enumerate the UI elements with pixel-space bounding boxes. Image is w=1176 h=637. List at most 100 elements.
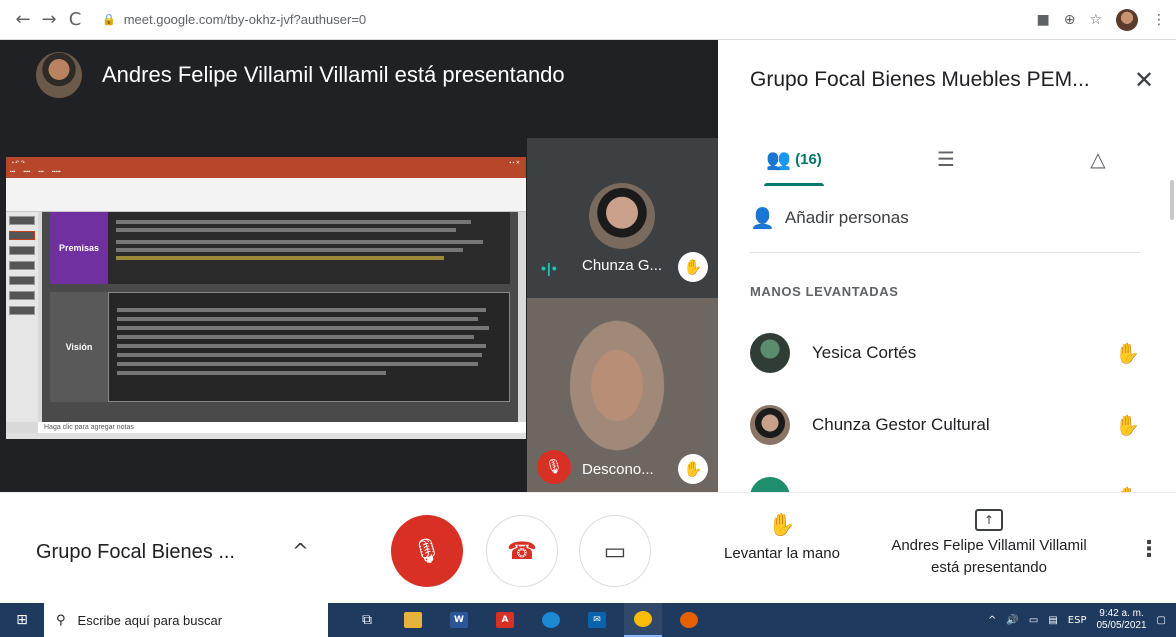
add-people-button[interactable]: 👤 Añadir personas <box>750 206 909 230</box>
clock-time: 9:42 a. m. <box>1099 608 1144 619</box>
word-icon[interactable]: W <box>440 603 478 637</box>
raised-hand-icon: ✋ <box>678 454 708 484</box>
browser-menu-icon[interactable]: ⋮ <box>1152 12 1166 28</box>
camera-toggle-button[interactable]: ▭ <box>579 515 651 587</box>
lock-icon: 🔒 <box>102 14 116 26</box>
presenter-avatar <box>36 52 82 98</box>
tile-name: Chunza G... <box>582 257 663 274</box>
address-bar[interactable]: 🔒 meet.google.com/tby-okhz-jvf?authuser=… <box>102 12 1036 27</box>
search-icon: ⚲ <box>56 612 66 628</box>
mail-icon[interactable]: ✉ <box>578 603 616 637</box>
meeting-stage: Andres Felipe Villamil Villamil está pre… <box>0 40 718 492</box>
raised-hand-icon: ✋ <box>678 252 708 282</box>
hand-icon: ✋ <box>768 513 796 538</box>
participant-name: Yesica Cortés <box>812 343 917 362</box>
chrome-icon[interactable] <box>624 603 662 637</box>
people-icon: 👥 <box>766 147 792 171</box>
ppt-thumbnails <box>6 212 38 422</box>
raise-hand-label: Levantar la mano <box>724 545 840 562</box>
participant-tile[interactable]: 🎙 Descono... ✋ <box>527 298 718 492</box>
participant-video <box>557 318 677 468</box>
activities-icon: △ <box>1090 147 1106 171</box>
hang-up-icon: ☎ <box>507 537 537 565</box>
ppt-statusbar <box>6 433 526 439</box>
panel-title: Grupo Focal Bienes Muebles PEM... <box>750 68 1090 91</box>
acrobat-icon[interactable]: A <box>486 603 524 637</box>
mic-toggle-button[interactable]: 🎙 <box>391 515 463 587</box>
leave-call-button[interactable]: ☎ <box>486 515 558 587</box>
list-item[interactable]: ✋ <box>750 475 1140 492</box>
panel-tabs: 👥 (16) ☰ △ <box>718 132 1176 186</box>
list-item[interactable]: Chunza Gestor Cultural ✋ <box>750 403 1140 447</box>
more-options-icon[interactable]: ⋮ <box>1138 537 1160 562</box>
premisas-text <box>108 212 510 284</box>
speaking-indicator-icon: •|• <box>541 260 558 276</box>
people-count: (16) <box>795 150 822 168</box>
avatar <box>750 333 790 373</box>
tab-activities[interactable]: △ <box>1022 132 1174 186</box>
notifications-icon[interactable]: ▢ <box>1157 615 1166 626</box>
divider <box>750 252 1140 253</box>
presenting-title: Andres Felipe Villamil Villamil está pre… <box>102 62 565 87</box>
mic-off-icon: 🎙 <box>411 537 443 565</box>
network-icon[interactable]: ▤ <box>1048 615 1057 626</box>
meeting-name[interactable]: Grupo Focal Bienes ... <box>36 541 235 564</box>
raise-hand-button[interactable]: ✋ Levantar la mano <box>712 515 852 565</box>
controls-bar: Grupo Focal Bienes ... ^ 🎙 ☎ ▭ ✋ Levanta… <box>0 492 1176 601</box>
battery-icon[interactable]: ▭ <box>1029 615 1038 626</box>
volume-icon[interactable]: 🔊 <box>1006 615 1018 626</box>
section-label: MANOS LEVANTADAS <box>750 284 899 299</box>
add-people-label: Añadir personas <box>784 208 909 227</box>
avatar <box>750 405 790 445</box>
back-button[interactable]: ← <box>10 7 36 33</box>
clock-date: 05/05/2021 <box>1096 620 1147 631</box>
profile-avatar[interactable] <box>1116 8 1138 31</box>
tile-name: Descono... <box>582 461 654 478</box>
raised-hand-icon[interactable]: ✋ <box>1115 341 1140 365</box>
taskbar-search[interactable]: ⚲ Escribe aquí para buscar <box>44 603 328 637</box>
scrollbar[interactable] <box>1170 180 1174 220</box>
edge-icon[interactable] <box>532 603 570 637</box>
vision-label: Visión <box>50 292 108 402</box>
list-item[interactable]: Yesica Cortés ✋ <box>750 331 1140 375</box>
premisas-label: Premisas <box>50 212 108 284</box>
ppt-ribbon-tabs: ▪▪▪ ▪▪▪▪ ▪▪▪ ▪▪▪▪▪ <box>6 169 526 178</box>
shared-screen: ▪ ↶ ↷▪ ▪ ✕ ▪▪▪▪▪▪▪▪▪▪▪▪▪▪▪ Premisas <box>6 157 526 439</box>
taskbar-search-placeholder: Escribe aquí para buscar <box>77 612 223 628</box>
present-label-line2: está presentando <box>931 559 1047 576</box>
url-text: meet.google.com/tby-okhz-jvf?authuser=0 <box>123 12 367 27</box>
language-indicator[interactable]: ESP <box>1068 615 1087 626</box>
clock[interactable]: 9:42 a. m. 05/05/2021 <box>1096 608 1146 632</box>
add-person-icon: 👤 <box>750 206 775 230</box>
bookmark-star-icon[interactable]: ☆ <box>1089 12 1102 28</box>
participant-tile[interactable]: •|• Chunza G... ✋ <box>527 138 718 298</box>
present-button[interactable]: ↑ Andres Felipe Villamil Villamil está p… <box>872 509 1106 579</box>
people-panel: Grupo Focal Bienes Muebles PEM... ✕ 👥 (1… <box>718 40 1176 492</box>
mic-off-icon: 🎙 <box>537 450 571 484</box>
reload-button[interactable]: C <box>62 7 88 33</box>
file-explorer-icon[interactable] <box>394 603 432 637</box>
chevron-up-icon[interactable]: ^ <box>292 539 309 563</box>
browser-toolbar: ← → C 🔒 meet.google.com/tby-okhz-jvf?aut… <box>0 0 1176 40</box>
camera-icon[interactable]: ■ <box>1036 12 1049 28</box>
ppt-slide: Premisas Visión <box>42 212 518 422</box>
video-camera-icon: ▭ <box>603 537 627 565</box>
chat-icon: ☰ <box>937 147 955 171</box>
presenter-header: Andres Felipe Villamil Villamil está pre… <box>0 40 718 110</box>
tab-chat[interactable]: ☰ <box>870 132 1022 186</box>
zoom-icon[interactable]: ⊕ <box>1064 12 1076 28</box>
tab-people[interactable]: 👥 (16) <box>718 132 870 186</box>
ppt-title-bar: ▪ ↶ ↷ ▪ ▪ ✕ <box>6 157 526 169</box>
close-icon[interactable]: ✕ <box>1134 66 1154 94</box>
raised-hand-icon[interactable]: ✋ <box>1115 413 1140 437</box>
firefox-icon[interactable] <box>670 603 708 637</box>
windows-taskbar: ⊞ ⚲ Escribe aquí para buscar ⧉ W A ✉ ^ 🔊… <box>0 603 1176 637</box>
tray-chevron-icon[interactable]: ^ <box>988 615 996 626</box>
participant-name: Chunza Gestor Cultural <box>812 415 990 434</box>
forward-button[interactable]: → <box>36 7 62 33</box>
task-view-icon[interactable]: ⧉ <box>348 603 386 637</box>
present-label-line1: Andres Felipe Villamil Villamil <box>891 537 1087 554</box>
avatar <box>750 477 790 492</box>
windows-start-icon[interactable]: ⊞ <box>0 603 44 637</box>
raised-hand-icon[interactable]: ✋ <box>1115 485 1140 492</box>
